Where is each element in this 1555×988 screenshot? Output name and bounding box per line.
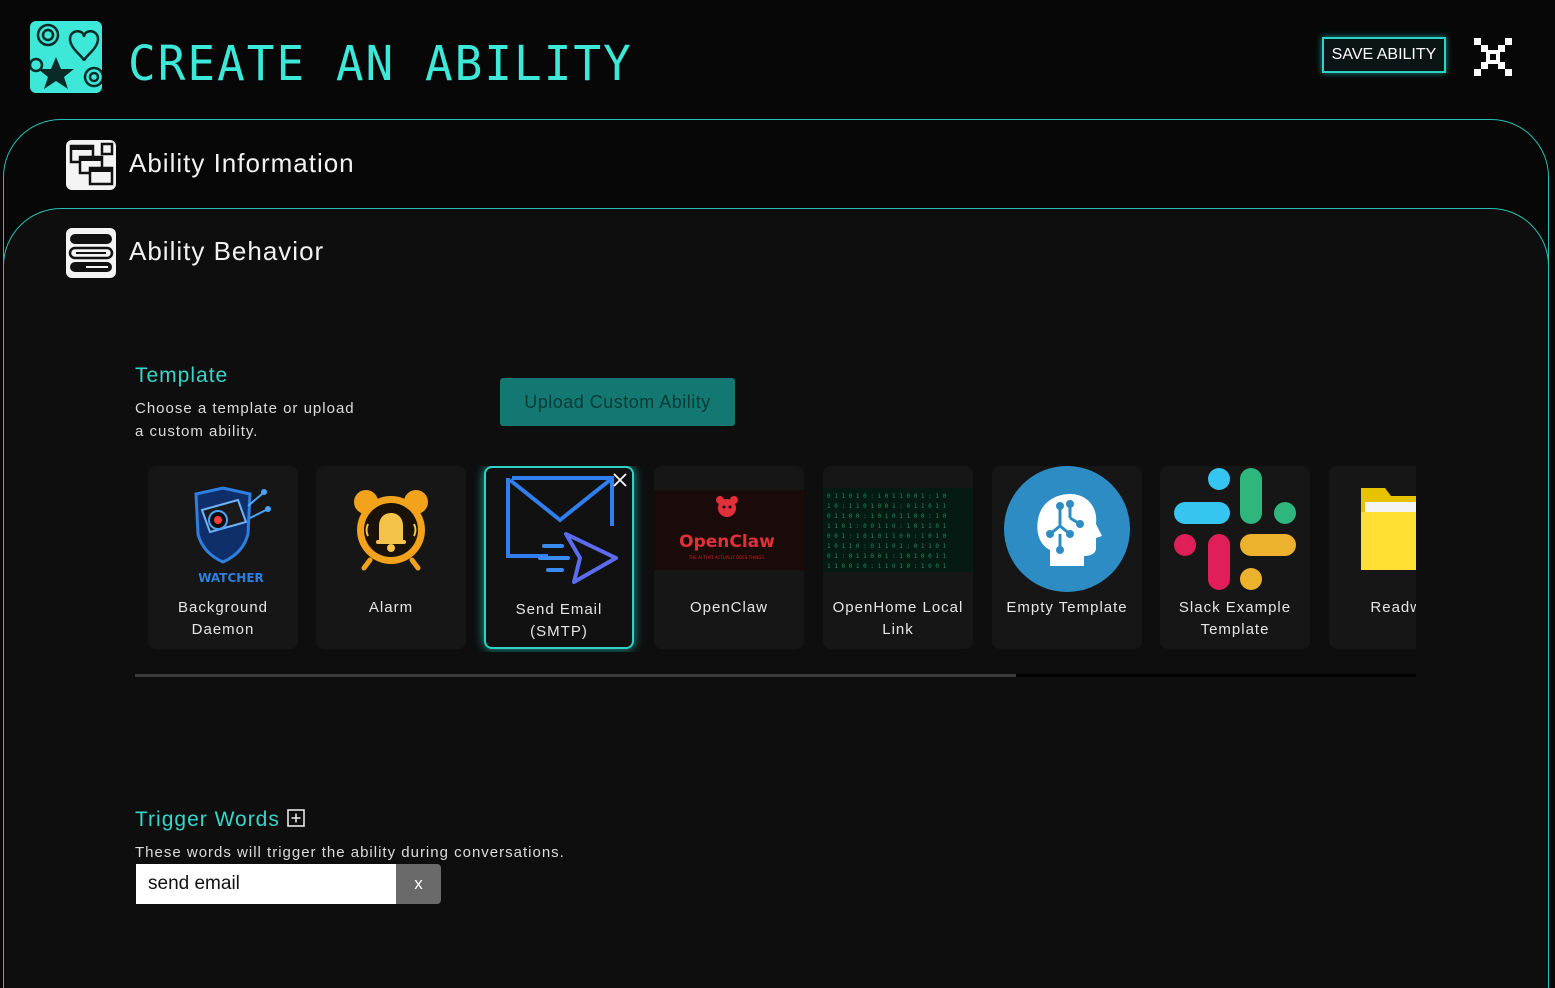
svg-text:0 1 : 0 1 1 0 0 1 : 1 0 1 0 0: 0 1 : 0 1 1 0 0 1 : 1 0 1 0 0 1 1 xyxy=(827,553,947,560)
template-card-send-email[interactable]: Send Email (SMTP) xyxy=(484,466,634,649)
remove-trigger-word-button[interactable]: x xyxy=(396,864,441,904)
page-title: CREATE AN ABILITY xyxy=(128,34,633,92)
template-card-name: Background Daemon xyxy=(177,599,269,638)
svg-text:1 1 0 0 1 0 : 1 1 0 1 0 : 1 0: 1 1 0 0 1 0 : 1 1 0 1 0 : 1 0 0 1 xyxy=(827,563,947,570)
trigger-word-input[interactable] xyxy=(136,864,396,904)
template-card-name: Empty Template xyxy=(1006,599,1128,616)
close-icon[interactable] xyxy=(612,472,628,488)
template-card-name: Readwrit xyxy=(1370,599,1416,616)
save-ability-button[interactable]: SAVE ABILITY xyxy=(1322,37,1446,73)
template-carousel[interactable]: WATCHER Background Daemon Alarm Send Ema… xyxy=(135,466,1416,652)
slack-logo-icon xyxy=(1174,468,1296,590)
openclaw-thumb-text: OpenClaw xyxy=(679,532,775,552)
template-card-slack-example-template[interactable]: Slack Example Template xyxy=(1160,466,1310,649)
matrix-code-icon: 0 1 1 0 1 0 : 1 0 1 1 0 0 1 : 1 0 1 0 : … xyxy=(823,488,973,572)
head-circuit-icon xyxy=(1004,466,1130,592)
template-card-alarm[interactable]: Alarm xyxy=(316,466,466,649)
speech-bubbles-icon xyxy=(66,228,116,278)
alarm-clock-bell-icon xyxy=(354,490,428,571)
section-title-ability-information[interactable]: Ability Information xyxy=(129,148,355,179)
upload-custom-ability-button[interactable]: Upload Custom Ability xyxy=(500,378,735,426)
template-card-openhome-local-link[interactable]: 0 1 1 0 1 0 : 1 0 1 1 0 0 1 : 1 0 1 0 : … xyxy=(823,466,973,649)
openclaw-thumb-subtext: THE AI THAT ACTUALLY DOES THINGS. xyxy=(688,555,765,560)
windows-stack-icon xyxy=(66,140,116,190)
svg-text:1 1 0 1 : 0 0 1 1 0 : 1 0 1 1: 1 1 0 1 : 0 0 1 1 0 : 1 0 1 1 0 1 xyxy=(827,523,947,530)
security-camera-shield-icon: WATCHER xyxy=(194,486,271,585)
template-card-name: Send Email (SMTP) xyxy=(515,601,603,640)
template-card-empty-template[interactable]: Empty Template xyxy=(992,466,1142,649)
template-help-text: Choose a template or upload a custom abi… xyxy=(135,400,355,440)
carousel-scrollbar-thumb[interactable] xyxy=(135,674,1016,677)
template-card-readwrite[interactable]: Readwrit xyxy=(1329,466,1416,649)
svg-text:1 0 1 1 0 : 0 1 1 0 1 : 0 1 1: 1 0 1 1 0 : 0 1 1 0 1 : 0 1 1 0 1 xyxy=(827,543,947,550)
template-card-name: OpenHome Local Link xyxy=(832,599,964,638)
section-title-ability-behavior[interactable]: Ability Behavior xyxy=(129,236,324,267)
svg-text:0 1 1 0 0 : 1 0 1 0 1 1 0 0 :: 0 1 1 0 0 : 1 0 1 0 1 1 0 0 : 1 0 xyxy=(827,513,947,520)
watcher-thumb-text: WATCHER xyxy=(198,571,264,585)
template-card-background-daemon[interactable]: WATCHER Background Daemon xyxy=(148,466,298,649)
svg-text:1 0 : 1 1 0 1 0 0 1 : 0 1 1 0: 1 0 : 1 1 0 1 0 0 1 : 0 1 1 0 1 1 xyxy=(827,503,947,510)
folder-icon xyxy=(1361,488,1416,570)
stars-hearts-logo-icon xyxy=(30,21,102,93)
template-card-name: Alarm xyxy=(368,599,414,616)
svg-text:0 1 1 0 1 0 : 1 0 1 1 0 0 1 :: 0 1 1 0 1 0 : 1 0 1 1 0 0 1 : 1 0 xyxy=(827,493,947,500)
carousel-scrollbar[interactable] xyxy=(135,674,1416,677)
svg-text:0 0 1 : 1 0 1 0 1 1 0 0 : 1 0: 0 0 1 : 1 0 1 0 1 1 0 0 : 1 0 1 0 xyxy=(827,533,947,540)
trigger-words-help-text: These words will trigger the ability dur… xyxy=(135,844,565,861)
openclaw-logo-icon: OpenClaw THE AI THAT ACTUALLY DOES THING… xyxy=(654,490,804,570)
pixel-x-close-icon[interactable] xyxy=(1474,38,1512,76)
add-trigger-word-icon[interactable] xyxy=(287,809,305,827)
template-card-openclaw[interactable]: OpenClaw THE AI THAT ACTUALLY DOES THING… xyxy=(654,466,804,649)
template-label: Template xyxy=(135,364,229,387)
header: CREATE AN ABILITY SAVE ABILITY xyxy=(0,0,1555,118)
template-card-name: OpenClaw xyxy=(689,599,769,616)
trigger-words-label: Trigger Words xyxy=(135,808,280,831)
template-card-name: Slack Example Template xyxy=(1178,599,1292,638)
